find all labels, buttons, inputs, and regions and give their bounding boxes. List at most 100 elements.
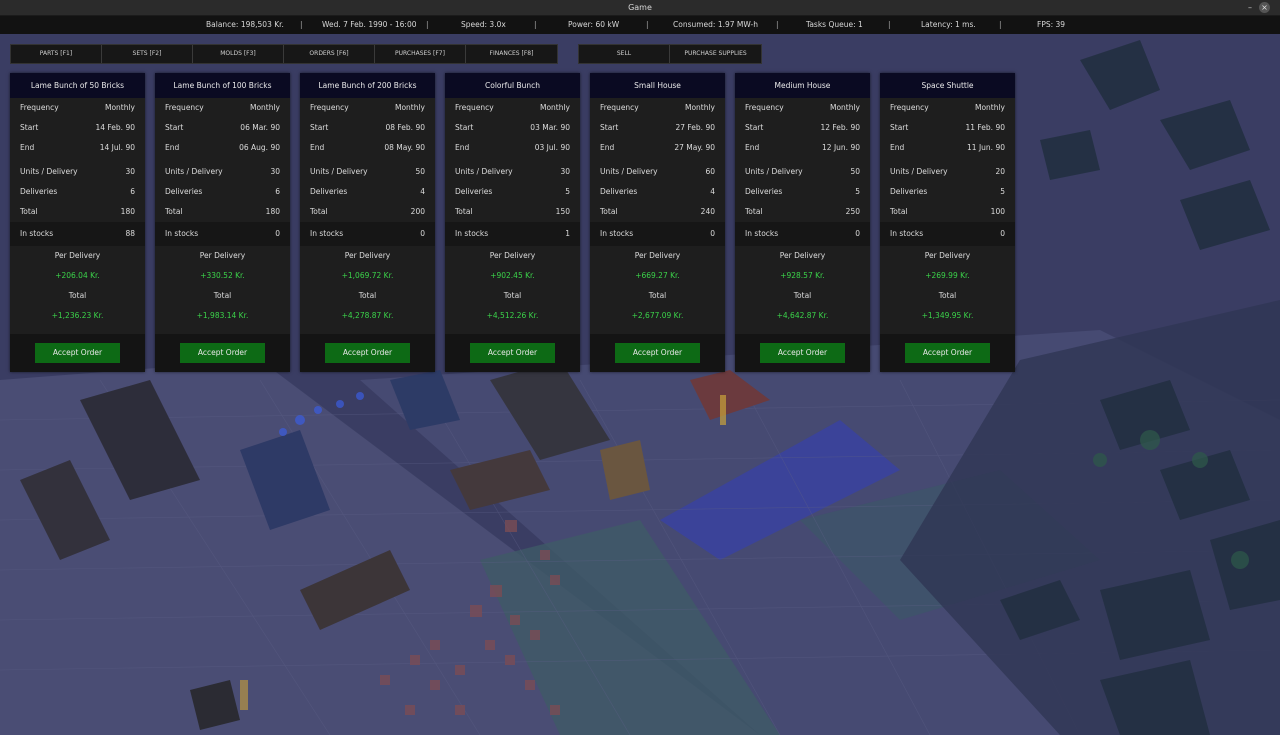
speed-readout: Speed: 3.0x	[461, 20, 506, 29]
deliveries-label: Deliveries	[745, 187, 783, 196]
minimize-button[interactable]: –	[1248, 0, 1252, 15]
balance-readout: Balance: 198,503 Kr.	[206, 20, 284, 29]
in-stocks-value: 1	[565, 229, 570, 238]
end-label: End	[455, 143, 470, 152]
start-value: 08 Feb. 90	[385, 123, 425, 132]
end-value: 03 Jul. 90	[534, 143, 570, 152]
end-row: End 27 May. 90	[590, 138, 725, 158]
frequency-value: Monthly	[684, 103, 715, 112]
start-value: 06 Mar. 90	[240, 123, 280, 132]
status-separator: |	[999, 20, 1002, 29]
order-title: Lame Bunch of 100 Bricks	[155, 73, 290, 98]
tab-purchase-supplies[interactable]: PURCHASE SUPPLIES	[670, 45, 761, 63]
total-label: Total	[165, 207, 183, 216]
order-card: Space Shuttle Frequency Monthly Start 11 F…	[880, 73, 1015, 372]
units-value: 50	[850, 167, 860, 176]
deliveries-row: Deliveries 4	[300, 182, 435, 202]
per-delivery-value: +902.45 Kr.	[490, 271, 535, 280]
in-stocks-value: 0	[275, 229, 280, 238]
in-stocks-label: In stocks	[20, 229, 54, 238]
per-delivery-value: +206.04 Kr.	[55, 271, 100, 280]
in-stocks-value: 88	[125, 229, 135, 238]
accept-order-button[interactable]: Accept Order	[180, 343, 265, 363]
tab-finances[interactable]: FINANCES [F8]	[466, 45, 557, 63]
total-money-label: Total	[938, 291, 957, 300]
start-row: Start 27 Feb. 90	[590, 118, 725, 138]
tab-sell[interactable]: SELL	[579, 45, 670, 63]
card-footer: Accept Order	[735, 334, 870, 372]
total-label: Total	[600, 207, 618, 216]
accept-order-button[interactable]: Accept Order	[470, 343, 555, 363]
frequency-row: Frequency Monthly	[880, 98, 1015, 118]
accept-order-button[interactable]: Accept Order	[615, 343, 700, 363]
tab-purchases[interactable]: PURCHASES [F7]	[375, 45, 466, 63]
total-row: Total 100	[880, 202, 1015, 222]
order-card: Colorful Bunch Frequency Monthly Start 03 …	[445, 73, 580, 372]
end-label: End	[890, 143, 905, 152]
units-label: Units / Delivery	[890, 167, 948, 176]
card-footer: Accept Order	[445, 334, 580, 372]
units-row: Units / Delivery 20	[880, 162, 1015, 182]
tab-parts[interactable]: PARTS [F1]	[11, 45, 102, 63]
frequency-value: Monthly	[394, 103, 425, 112]
status-separator: |	[534, 20, 537, 29]
frequency-row: Frequency Monthly	[300, 98, 435, 118]
order-title: Small House	[590, 73, 725, 98]
card-footer: Accept Order	[300, 334, 435, 372]
in-stocks-value: 0	[710, 229, 715, 238]
start-label: Start	[20, 123, 39, 132]
total-label: Total	[20, 207, 38, 216]
deliveries-value: 5	[1000, 187, 1005, 196]
total-value: 100	[990, 207, 1005, 216]
accept-order-button[interactable]: Accept Order	[905, 343, 990, 363]
total-money-value: +4,278.87 Kr.	[341, 311, 394, 320]
total-row: Total 250	[735, 202, 870, 222]
tab-orders[interactable]: ORDERS [F6]	[284, 45, 375, 63]
order-title: Medium House	[735, 73, 870, 98]
accept-order-button[interactable]: Accept Order	[35, 343, 120, 363]
units-row: Units / Delivery 50	[300, 162, 435, 182]
power-readout: Power: 60 kW	[568, 20, 620, 29]
start-value: 03 Mar. 90	[530, 123, 570, 132]
secondary-tab-bar: SELL PURCHASE SUPPLIES	[578, 44, 762, 64]
card-footer: Accept Order	[590, 334, 725, 372]
total-row: Total 180	[155, 202, 290, 222]
date-readout: Wed. 7 Feb. 1990 - 16:00	[322, 20, 417, 29]
total-label: Total	[745, 207, 763, 216]
deliveries-label: Deliveries	[890, 187, 928, 196]
end-row: End 06 Aug. 90	[155, 138, 290, 158]
per-delivery-label: Per Delivery	[54, 251, 101, 260]
total-label: Total	[890, 207, 908, 216]
end-row: End 12 Jun. 90	[735, 138, 870, 158]
in-stocks-row: In stocks 1	[445, 222, 580, 246]
total-money-label: Total	[648, 291, 667, 300]
end-row: End 08 May. 90	[300, 138, 435, 158]
units-row: Units / Delivery 30	[445, 162, 580, 182]
tab-sets[interactable]: SETS [F2]	[102, 45, 193, 63]
card-footer: Accept Order	[880, 334, 1015, 372]
deliveries-value: 5	[565, 187, 570, 196]
start-row: Start 12 Feb. 90	[735, 118, 870, 138]
end-row: End 03 Jul. 90	[445, 138, 580, 158]
per-delivery-label: Per Delivery	[199, 251, 246, 260]
total-money-label: Total	[503, 291, 522, 300]
frequency-value: Monthly	[974, 103, 1005, 112]
total-value: 180	[265, 207, 280, 216]
end-value: 14 Jul. 90	[99, 143, 135, 152]
order-card: Lame Bunch of 100 Bricks Frequency Monthl…	[155, 73, 290, 372]
deliveries-value: 4	[420, 187, 425, 196]
accept-order-button[interactable]: Accept Order	[760, 343, 845, 363]
tab-molds[interactable]: MOLDS [F3]	[193, 45, 284, 63]
close-button[interactable]: ×	[1259, 2, 1270, 13]
total-label: Total	[455, 207, 473, 216]
latency-readout: Latency: 1 ms.	[921, 20, 976, 29]
in-stocks-value: 0	[1000, 229, 1005, 238]
in-stocks-row: In stocks 0	[880, 222, 1015, 246]
units-value: 60	[705, 167, 715, 176]
deliveries-row: Deliveries 5	[445, 182, 580, 202]
accept-order-button[interactable]: Accept Order	[325, 343, 410, 363]
total-money-value: +1,236.23 Kr.	[51, 311, 104, 320]
frequency-row: Frequency Monthly	[445, 98, 580, 118]
frequency-label: Frequency	[165, 103, 204, 112]
frequency-value: Monthly	[539, 103, 570, 112]
